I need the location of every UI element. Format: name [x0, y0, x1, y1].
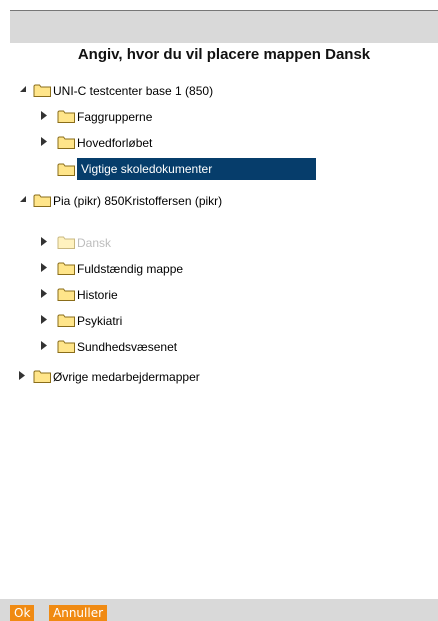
folder-icon: [57, 313, 76, 328]
tree-node-label: Dansk: [77, 236, 112, 250]
triangle-down-icon[interactable]: [19, 195, 27, 205]
tree-node-pia-kristoffersen[interactable]: Pia (pikr) 850Kristoffersen (pikr): [19, 191, 279, 223]
triangle-right-icon[interactable]: [41, 137, 49, 147]
tree-node-dansk[interactable]: Dansk: [41, 233, 291, 253]
tree-node-sundhedsvaesenet[interactable]: Sundhedsvæsenet: [41, 337, 291, 357]
tree-node-label: Fuldstændig mappe: [77, 262, 184, 276]
tree-node-historie[interactable]: Historie: [41, 285, 291, 305]
folder-icon: [57, 135, 76, 150]
triangle-down-icon[interactable]: [19, 85, 27, 95]
triangle-right-icon[interactable]: [41, 341, 49, 351]
cancel-button[interactable]: Annuller: [49, 605, 108, 621]
triangle-right-icon[interactable]: [41, 263, 49, 273]
tree-node-label: UNI-C testcenter base 1 (850): [53, 84, 214, 98]
tree-node-label: Vigtige skoledokumenter: [81, 162, 213, 176]
tree-node-oevrige-medarbejdermapper[interactable]: Øvrige medarbejdermapper: [19, 367, 319, 387]
tree-node-unic-testcenter[interactable]: UNI-C testcenter base 1 (850): [19, 81, 319, 101]
folder-icon: [57, 109, 76, 124]
tree-node-label: Psykiatri: [77, 314, 123, 328]
triangle-right-icon[interactable]: [41, 315, 49, 325]
tree-node-label: Hovedforløbet: [77, 136, 153, 150]
tree-node-hovedforloebet[interactable]: Hovedforløbet: [41, 133, 291, 153]
tree-node-faggrupperne[interactable]: Faggrupperne: [41, 107, 291, 127]
folder-icon: [57, 339, 76, 354]
tree-node-label: Øvrige medarbejdermapper: [53, 370, 200, 384]
tree-node-fuldstaendig-mappe[interactable]: Fuldstændig mappe: [41, 259, 291, 279]
folder-icon: [57, 261, 76, 276]
tree-node-label: Sundhedsvæsenet: [77, 340, 178, 354]
triangle-right-icon[interactable]: [41, 289, 49, 299]
folder-icon: [33, 83, 52, 98]
folder-icon: [57, 235, 76, 250]
triangle-right-icon[interactable]: [41, 111, 49, 121]
folder-icon: [33, 369, 52, 384]
tree-node-label: Pia (pikr) 850Kristoffersen (pikr): [53, 194, 223, 208]
folder-icon: [57, 287, 76, 302]
tree-node-psykiatri[interactable]: Psykiatri: [41, 311, 291, 331]
tree-node-label: Faggrupperne: [77, 110, 153, 124]
folder-icon: [57, 162, 76, 177]
triangle-right-icon[interactable]: [19, 371, 27, 381]
folder-tree: UNI-C testcenter base 1 (850) Faggrupper…: [0, 0, 438, 600]
ok-button[interactable]: Ok: [10, 605, 35, 621]
tree-node-vigtige-skoledokumenter[interactable]: Vigtige skoledokumenter: [57, 158, 317, 180]
triangle-right-icon[interactable]: [41, 237, 49, 247]
tree-node-label: Historie: [77, 288, 118, 302]
folder-icon: [33, 193, 52, 208]
